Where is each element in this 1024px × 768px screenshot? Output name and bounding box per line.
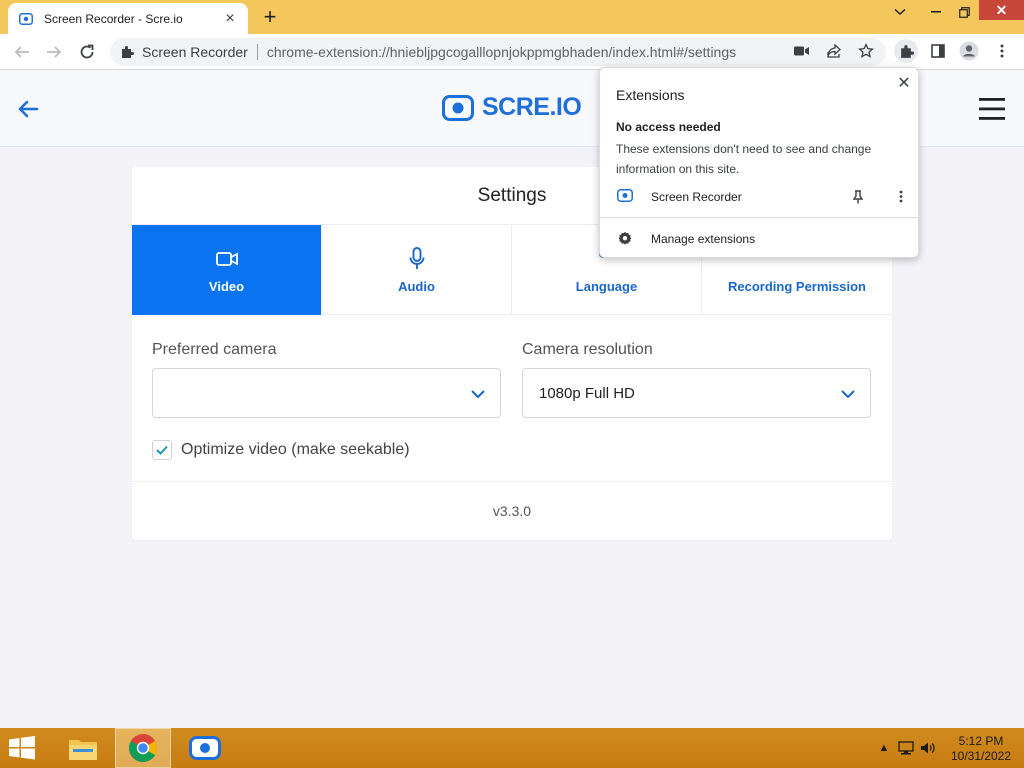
tab-search-chevron-icon[interactable] [888,0,912,24]
clock-date: 10/31/2022 [950,749,1012,763]
file-explorer-icon[interactable] [55,728,111,768]
optimize-video-checkbox[interactable] [152,440,172,460]
network-icon[interactable] [898,740,914,756]
clock-time: 5:12 PM [958,734,1004,748]
tab-video-label: Video [208,278,245,294]
optimize-video-label: Optimize video (make seekable) [181,441,410,458]
tab-video[interactable]: Video [132,225,322,315]
extension-item-screen-recorder[interactable]: Screen Recorder [600,186,918,208]
browser-tab[interactable]: Screen Recorder - Scre.io × [8,3,248,34]
omnibox-site-name: Screen Recorder [142,44,248,60]
checkmark-icon [156,445,168,455]
back-arrow-icon[interactable] [16,97,40,121]
puzzle-icon [900,44,914,58]
share-icon[interactable] [823,40,845,62]
more-options-icon[interactable] [894,190,908,204]
screen-recorder-extension-icon [617,189,635,205]
preferred-camera-label: Preferred camera [152,341,277,358]
tab-audio-label: Audio [398,278,435,294]
chevron-down-icon [840,386,856,402]
card-divider [132,481,892,482]
windows-start-icon[interactable] [8,736,38,762]
chrome-taskbar-icon[interactable] [115,728,171,768]
microphone-icon [405,246,429,271]
tab-recording-permission-label: Recording Permission [728,278,866,294]
tab-language-label: Language [575,278,638,294]
camera-resolution-value: 1080p Full HD [539,384,635,402]
hamburger-menu-icon[interactable] [978,97,1006,121]
extensions-popup: Extensions ✕ No access needed These exte… [599,67,919,258]
close-window-button[interactable]: ✕ [979,0,1024,20]
browser-toolbar: Screen Recorder chrome-extension://hnieb… [0,34,1024,70]
reload-icon[interactable] [75,40,99,64]
tab-audio[interactable]: Audio [322,225,512,315]
preferred-camera-select[interactable] [152,368,501,418]
extensions-button[interactable] [894,39,918,63]
pin-icon[interactable] [852,190,866,204]
minimize-button[interactable] [924,0,948,24]
optimize-video-row: Optimize video (make seekable) [152,440,410,460]
gear-icon [618,231,632,245]
popup-title: Extensions [616,87,685,103]
version-text: v3.3.0 [492,503,532,519]
screen-recorder-favicon-icon [18,11,34,27]
profile-avatar-icon[interactable] [958,40,980,62]
video-camera-icon[interactable] [791,40,813,62]
manage-extensions-item[interactable]: Manage extensions [600,228,918,250]
browser-tab-strip: Screen Recorder - Scre.io × + ✕ [0,0,1024,34]
camera-resolution-label: Camera resolution [522,341,653,358]
menu-kebab-icon[interactable] [991,40,1013,62]
puzzle-icon [120,44,136,60]
system-tray: ▲ [870,728,936,768]
chevron-down-icon [470,386,486,402]
manage-extensions-label: Manage extensions [651,232,756,246]
new-tab-button[interactable]: + [258,6,282,28]
show-hidden-icons-icon[interactable]: ▲ [876,740,892,756]
screen-recorder-taskbar-icon[interactable] [177,728,233,768]
popup-description: These extensions don't need to see and c… [616,142,872,176]
tab-close-icon[interactable]: × [222,10,238,27]
close-icon[interactable]: ✕ [896,76,912,92]
taskbar-clock[interactable]: 5:12 PM 10/31/2022 [944,734,1018,764]
logo-text: SCRE.IO [482,93,582,121]
windows-taskbar: ▲ 5:12 PM 10/31/2022 [0,728,1024,768]
scre-io-logo[interactable]: SCRE.IO [442,93,582,122]
address-bar[interactable]: Screen Recorder chrome-extension://hnieb… [110,38,886,66]
omnibox-url: chrome-extension://hniebljpgcogalllopnjo… [266,44,737,60]
side-panel-icon[interactable] [927,40,949,62]
tab-title: Screen Recorder - Scre.io [44,11,183,26]
bookmark-star-icon[interactable] [855,40,877,62]
volume-icon[interactable] [920,740,936,756]
popup-divider [600,217,918,218]
popup-heading: No access needed [616,120,721,134]
back-icon[interactable] [10,40,34,64]
logo-camera-icon [442,94,474,121]
omnibox-separator [256,44,258,60]
camera-resolution-select[interactable]: 1080p Full HD [522,368,871,418]
restore-button[interactable] [952,0,976,24]
extension-item-label: Screen Recorder [651,190,742,204]
camera-icon [215,247,239,271]
forward-icon[interactable] [42,40,66,64]
